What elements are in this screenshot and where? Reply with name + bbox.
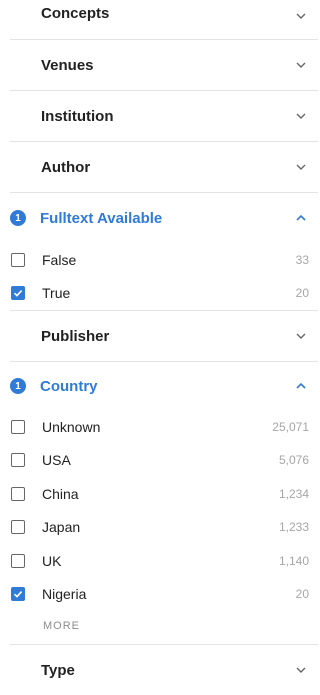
section-country[interactable]: 1 Country [10, 362, 318, 410]
list-item[interactable]: Unknown 25,071 [10, 410, 318, 444]
country-options: Unknown 25,071 USA 5,076 China 1,234 Jap… [10, 410, 318, 611]
option-label: Japan [42, 519, 81, 536]
checkbox-checked[interactable] [11, 286, 25, 301]
checkbox[interactable] [11, 553, 25, 568]
option-label: Nigeria [42, 586, 87, 603]
option-count: 20 [295, 587, 309, 602]
list-item[interactable]: True 20 [10, 277, 318, 311]
chevron-down-icon[interactable] [290, 54, 312, 76]
option-label: True [42, 285, 71, 302]
section-title-venues: Venues [41, 56, 94, 74]
option-count: 1,234 [278, 486, 309, 501]
list-item[interactable]: UK 1,140 [10, 544, 318, 578]
checkmark-icon [13, 290, 23, 297]
chevron-down-icon[interactable] [290, 325, 312, 347]
option-label: False [42, 251, 77, 268]
section-institution[interactable]: Institution [10, 91, 318, 142]
chevron-down-icon[interactable] [290, 105, 312, 127]
option-count: 5,076 [278, 453, 309, 468]
option-count: 20 [295, 286, 309, 301]
option-count: 25,071 [272, 419, 309, 434]
chevron-up-icon[interactable] [290, 207, 312, 229]
more-button[interactable]: MORE [10, 611, 318, 641]
section-fulltext-available[interactable]: 1 Fulltext Available [10, 193, 318, 243]
checkbox-checked[interactable] [11, 587, 25, 602]
chevron-up-icon[interactable] [290, 375, 312, 397]
list-item[interactable]: Japan 1,233 [10, 511, 318, 545]
section-title-institution: Institution [41, 107, 114, 125]
list-item[interactable]: USA 5,076 [10, 444, 318, 478]
option-count: 1,140 [278, 553, 309, 568]
selected-count-badge: 1 [10, 210, 26, 226]
section-venues[interactable]: Venues [10, 40, 318, 91]
chevron-down-icon[interactable] [290, 5, 312, 27]
list-item[interactable]: False 33 [10, 243, 318, 277]
filter-panel: Concepts Venues Institution Author 1 Ful… [10, 0, 318, 695]
checkbox[interactable] [11, 252, 25, 267]
section-title-publisher: Publisher [41, 327, 110, 345]
option-label: UK [42, 552, 62, 569]
selected-count-badge: 1 [10, 378, 26, 394]
section-title-country: Country [40, 377, 98, 395]
option-label: China [42, 485, 79, 502]
list-item[interactable]: China 1,234 [10, 477, 318, 511]
fulltext-options: False 33 True 20 [10, 243, 318, 310]
checkbox[interactable] [11, 486, 25, 501]
checkbox[interactable] [11, 419, 25, 434]
section-author[interactable]: Author [10, 142, 318, 193]
section-title-author: Author [41, 158, 91, 176]
section-type[interactable]: Type [10, 645, 318, 695]
checkbox[interactable] [11, 520, 25, 535]
checkbox[interactable] [11, 453, 25, 468]
section-title-concepts: Concepts [41, 5, 110, 22]
option-label: Unknown [42, 418, 101, 435]
section-title-fulltext: Fulltext Available [40, 209, 163, 227]
option-label: USA [42, 452, 71, 469]
checkmark-icon [13, 591, 23, 598]
section-title-type: Type [41, 661, 75, 679]
chevron-down-icon[interactable] [290, 659, 312, 681]
section-publisher[interactable]: Publisher [10, 311, 318, 362]
chevron-down-icon[interactable] [290, 156, 312, 178]
option-count: 33 [295, 252, 309, 267]
list-item[interactable]: Nigeria 20 [10, 578, 318, 612]
option-count: 1,233 [278, 520, 309, 535]
section-concepts[interactable]: Concepts [10, 0, 318, 40]
